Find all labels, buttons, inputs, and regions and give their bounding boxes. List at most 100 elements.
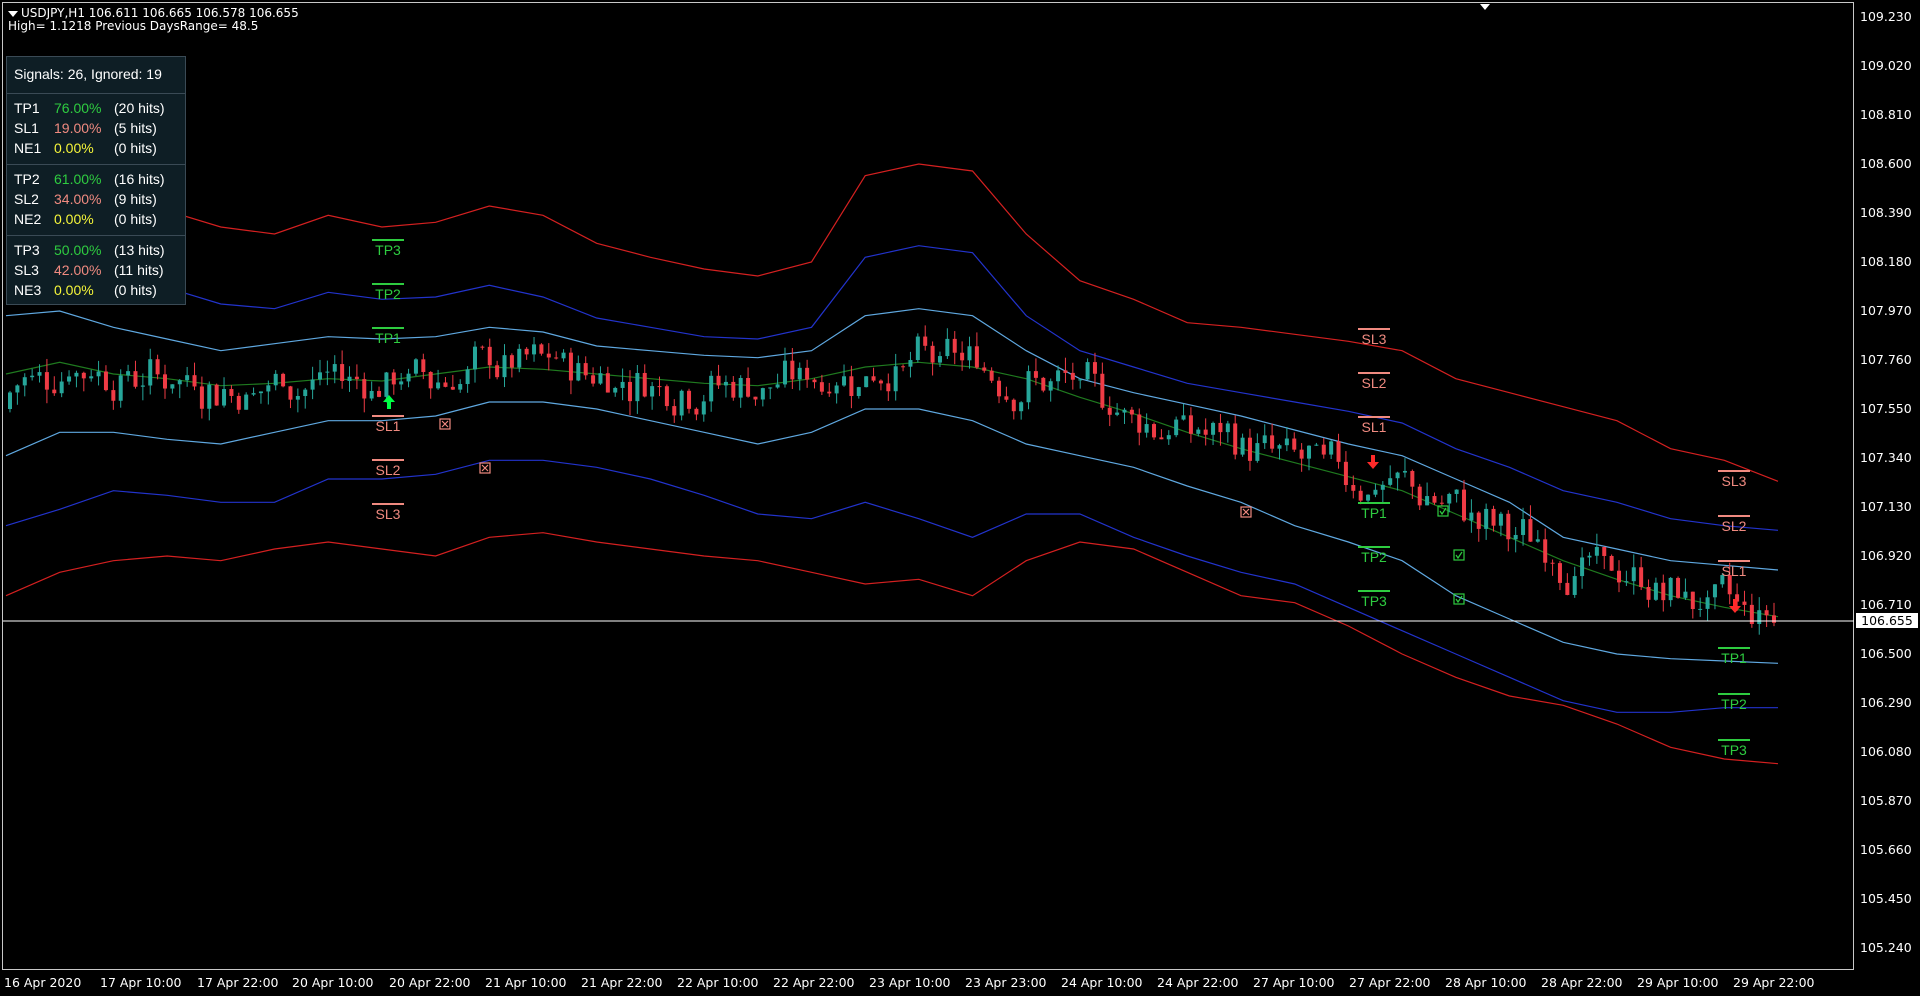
stats-level-percent: 0.00% — [54, 282, 94, 298]
price-axis-label: 106.290 — [1860, 695, 1912, 710]
candle-body — [465, 369, 470, 385]
time-axis-label: 17 Apr 10:00 — [100, 975, 182, 990]
candle-body — [1247, 437, 1252, 461]
stats-level-name: TP1 — [14, 100, 40, 116]
level-label-sl3: SL3 — [1362, 331, 1387, 347]
stats-level-name: TP3 — [14, 242, 40, 258]
candle-body — [1270, 435, 1275, 449]
candle-body — [1196, 429, 1201, 434]
price-axis-label: 107.130 — [1860, 499, 1912, 514]
price-chart[interactable]: TP3TP2TP1SL1SL2SL3SL3SL2SL1TP1TP2TP3SL3S… — [0, 0, 1920, 996]
candle-body — [1159, 437, 1164, 440]
candle-body — [1543, 539, 1548, 563]
candle-body — [908, 360, 913, 367]
stats-level-percent: 0.00% — [54, 211, 94, 227]
candle-body — [605, 373, 610, 393]
candle-body — [273, 373, 278, 386]
candle-body — [44, 372, 49, 390]
candle-body — [664, 386, 669, 407]
candle-body — [782, 360, 787, 385]
candle-body — [613, 387, 618, 393]
candle-body — [1639, 567, 1644, 587]
candle-body — [1565, 582, 1570, 595]
candle-body — [1203, 429, 1208, 435]
candle-body — [1712, 584, 1717, 598]
stop-hit-icon-mark — [481, 464, 489, 472]
signals-summary: Signals: 26, Ignored: 19 — [14, 66, 162, 82]
band-line-inner-lower — [5, 401, 1779, 664]
candle-body — [1698, 608, 1703, 610]
candle-body — [1683, 591, 1688, 598]
candle-body — [67, 376, 72, 382]
candle-body — [1380, 484, 1385, 490]
stop-hit-icon-mark — [441, 420, 449, 428]
time-axis-label: 27 Apr 22:00 — [1349, 975, 1431, 990]
stats-separator — [7, 93, 185, 94]
candle-body — [1026, 371, 1031, 403]
candle-body — [199, 386, 204, 409]
candle-body — [1498, 513, 1503, 526]
candle-body — [118, 375, 123, 401]
price-axis-label: 107.970 — [1860, 303, 1912, 318]
candle-body — [458, 384, 463, 390]
candle-body — [1240, 437, 1245, 455]
candle-body — [532, 344, 537, 355]
candle-body — [583, 363, 588, 376]
candle-body — [524, 348, 529, 355]
time-axis-label: 20 Apr 22:00 — [389, 975, 471, 990]
stats-row-ne2: NE2 0.00% (0 hits) — [7, 209, 185, 229]
candle-body — [1454, 489, 1459, 494]
candle-body — [893, 366, 898, 392]
level-label-sl3: SL3 — [1722, 473, 1747, 489]
candle-body — [1476, 512, 1481, 529]
stats-level-name: SL1 — [14, 120, 39, 136]
time-axis-label: 27 Apr 10:00 — [1253, 975, 1335, 990]
candle-body — [1631, 567, 1636, 582]
candle-body — [1225, 423, 1230, 433]
candle-body — [229, 389, 234, 396]
current-price-marker: 106.655 — [1856, 613, 1918, 628]
chevron-down-icon[interactable] — [8, 10, 18, 17]
stats-level-hits: (0 hits) — [114, 140, 157, 156]
stats-level-percent: 34.00% — [54, 191, 102, 207]
candle-body — [502, 355, 507, 378]
time-axis-label: 21 Apr 22:00 — [581, 975, 663, 990]
candle-body — [22, 377, 27, 386]
candle-body — [517, 348, 522, 368]
candle-body — [960, 352, 965, 361]
candle-body — [1063, 370, 1068, 373]
candle-body — [1299, 449, 1304, 459]
price-axis-label: 105.450 — [1860, 891, 1912, 906]
stats-row-sl3: SL3 42.00% (11 hits) — [7, 260, 185, 280]
candle-body — [111, 390, 116, 401]
candle-body — [901, 366, 906, 368]
candle-body — [805, 367, 810, 380]
symbol-quote: USDJPY,H1 106.611 106.665 106.578 106.65… — [21, 6, 299, 20]
candle-body — [362, 379, 367, 399]
candle-body — [310, 379, 315, 390]
candle-body — [1410, 470, 1415, 487]
candle-body — [849, 376, 854, 397]
stats-level-hits: (5 hits) — [114, 120, 157, 136]
candle-body — [177, 380, 182, 385]
candle-body — [495, 365, 500, 378]
candle-body — [753, 396, 758, 400]
candle-body — [1314, 444, 1319, 446]
candle-body — [74, 372, 79, 377]
candle-body — [1624, 581, 1629, 583]
candle-body — [377, 390, 382, 397]
candle-body — [591, 375, 596, 384]
candle-body — [1764, 610, 1769, 616]
candle-body — [89, 376, 94, 379]
candle-body — [295, 396, 300, 400]
candle-body — [627, 381, 632, 402]
stats-level-percent: 76.00% — [54, 100, 102, 116]
candle-body — [1528, 519, 1533, 542]
stats-level-hits: (13 hits) — [114, 242, 165, 258]
candle-body — [1218, 422, 1223, 433]
candle-body — [81, 372, 86, 379]
time-axis-label: 28 Apr 10:00 — [1445, 975, 1527, 990]
candle-body — [1085, 362, 1090, 380]
candle-body — [317, 372, 322, 380]
candle-body — [1152, 424, 1157, 438]
